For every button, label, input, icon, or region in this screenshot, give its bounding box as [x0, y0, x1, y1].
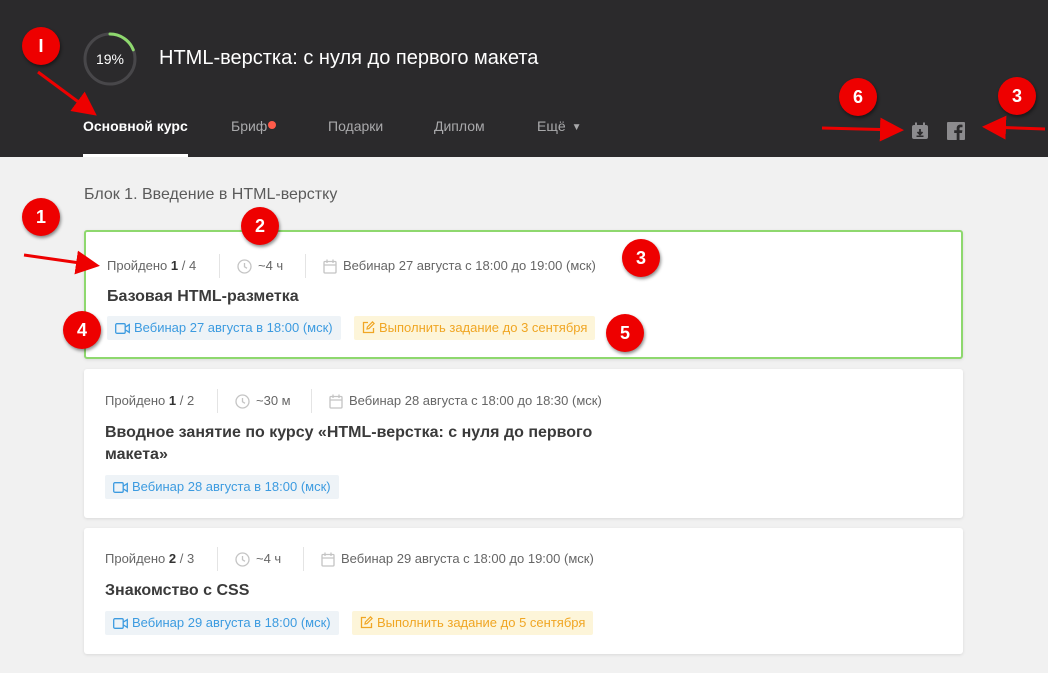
duration: ~4 ч: [235, 549, 281, 569]
webinar-schedule: Вебинар 28 августа с 18:00 до 18:30 (мск…: [329, 391, 602, 411]
video-camera-icon: [115, 323, 130, 334]
calendar-icon: [321, 552, 335, 567]
lesson-card[interactable]: Пройдено 2 / 3 ~4 ч Вебинар 29 августа с…: [84, 528, 963, 654]
tab-diploma[interactable]: Диплом: [434, 118, 485, 157]
passed-count: Пройдено 2 / 3: [105, 551, 195, 566]
webinar-link[interactable]: Вебинар 28 августа в 18:00 (мск): [105, 475, 339, 499]
lesson-title[interactable]: Вводное занятие по курсу «HTML-верстка: …: [105, 422, 592, 466]
tab-more[interactable]: Ещё ▼: [537, 118, 582, 157]
chevron-down-icon: ▼: [571, 122, 582, 133]
duration: ~30 м: [235, 391, 291, 411]
calendar-icon: [323, 259, 337, 274]
tab-brief[interactable]: Бриф: [231, 118, 277, 157]
clock-icon: [235, 552, 250, 567]
divider: [305, 254, 306, 278]
facebook-icon[interactable]: [947, 122, 965, 140]
annotation-marker: 4: [63, 311, 101, 349]
clock-icon: [235, 394, 250, 409]
webinar-link[interactable]: Вебинар 29 августа в 18:00 (мск): [105, 611, 339, 635]
annotation-marker: 3: [998, 77, 1036, 115]
annotation-marker: 6: [839, 78, 877, 116]
edit-icon: [362, 321, 375, 334]
calendar-download-icon[interactable]: [911, 122, 929, 140]
annotation-marker: 5: [606, 314, 644, 352]
webinar-schedule: Вебинар 29 августа с 18:00 до 19:00 (мск…: [321, 549, 594, 569]
divider: [311, 389, 312, 413]
video-camera-icon: [113, 618, 128, 629]
passed-count: Пройдено 1 / 4: [107, 258, 197, 273]
duration: ~4 ч: [237, 256, 283, 276]
lesson-title[interactable]: Знакомство с CSS: [105, 580, 249, 602]
task-deadline-link[interactable]: Выполнить задание до 3 сентября: [354, 316, 596, 340]
lesson-title-line: макета»: [105, 446, 168, 463]
passed-count: Пройдено 1 / 2: [105, 393, 195, 408]
calendar-icon: [329, 394, 343, 409]
annotation-marker: 2: [241, 207, 279, 245]
divider: [217, 547, 218, 571]
lesson-card[interactable]: Пройдено 1 / 4 ~4 ч Вебинар 27 августа с…: [84, 230, 963, 359]
task-deadline-link[interactable]: Выполнить задание до 5 сентября: [352, 611, 594, 635]
tab-main-course[interactable]: Основной курс: [83, 118, 188, 157]
tab-label: Бриф: [231, 118, 268, 134]
edit-icon: [360, 616, 373, 629]
lesson-title[interactable]: Базовая HTML-разметка: [107, 286, 299, 308]
divider: [217, 389, 218, 413]
video-camera-icon: [113, 482, 128, 493]
lesson-card[interactable]: Пройдено 1 / 2 ~30 м Вебинар 28 августа …: [84, 369, 963, 518]
tab-label: Ещё: [537, 118, 566, 134]
divider: [219, 254, 220, 278]
notification-dot-icon: [268, 121, 277, 129]
annotation-marker: 1: [22, 198, 60, 236]
tab-label: Диплом: [434, 118, 485, 134]
clock-icon: [237, 259, 252, 274]
tab-label: Подарки: [328, 118, 384, 134]
webinar-schedule: Вебинар 27 августа с 18:00 до 19:00 (мск…: [323, 256, 596, 276]
annotation-marker: 3: [622, 239, 660, 277]
webinar-link[interactable]: Вебинар 27 августа в 18:00 (мск): [107, 316, 341, 340]
progress-percent: 19%: [95, 51, 125, 67]
block-title: Блок 1. Введение в HTML-верстку: [84, 186, 338, 203]
tab-gifts[interactable]: Подарки: [328, 118, 383, 157]
progress-ring: 19%: [82, 31, 138, 87]
divider: [303, 547, 304, 571]
tab-label: Основной курс: [83, 118, 188, 134]
annotation-marker: I: [22, 27, 60, 65]
lesson-title-line: Вводное занятие по курсу «HTML-верстка: …: [105, 424, 593, 441]
course-header: 19% HTML-верстка: с нуля до первого маке…: [0, 0, 1048, 157]
course-title: HTML-верстка: с нуля до первого макета: [159, 47, 539, 69]
